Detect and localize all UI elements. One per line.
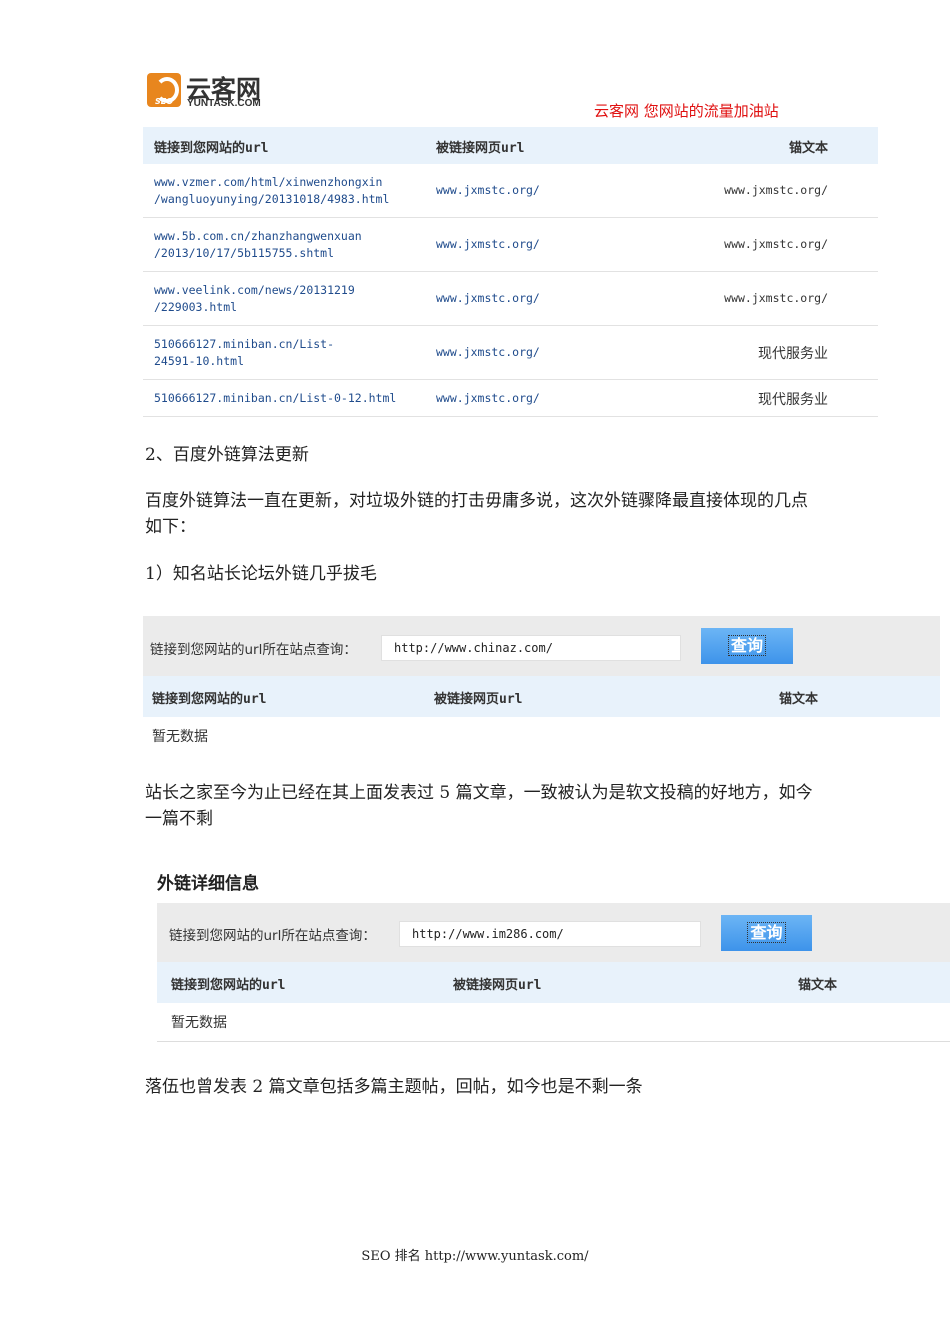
detail-title: 外链详细信息 bbox=[157, 874, 259, 894]
header-target: 被链接网页url bbox=[434, 692, 523, 707]
table-row: www.veelink.com/news/20131219/229003.htm… bbox=[143, 272, 878, 326]
source-url-line: /wangluoyunying/20131018/4983.html bbox=[154, 192, 390, 206]
target-url[interactable]: www.jxmstc.org/ bbox=[436, 183, 540, 197]
table-header: 链接到您网站的url 被链接网页url 锚文本 bbox=[143, 127, 878, 164]
document-page: SEO 云客网 YUNTASK.COM 云客网 您网站的流量加油站 链接到您网站… bbox=[0, 0, 950, 1344]
table-header: 链接到您网站的url 被链接网页url 锚文本 bbox=[143, 676, 940, 717]
anchor-text: 现代服务业 bbox=[758, 346, 828, 362]
table-row: 510666127.miniban.cn/List- 24591-10.html … bbox=[143, 326, 878, 380]
header-source: 链接到您网站的url bbox=[171, 978, 286, 993]
anchor-text: www.jxmstc.org/ bbox=[724, 237, 828, 251]
query-input[interactable]: http://www.chinaz.com/ bbox=[381, 635, 681, 661]
header-source: 链接到您网站的url bbox=[152, 692, 267, 707]
target-url[interactable]: www.jxmstc.org/ bbox=[436, 237, 540, 251]
no-data-text: 暂无数据 bbox=[152, 729, 208, 745]
source-url-line: 24591-10.html bbox=[154, 354, 245, 368]
query-button-label: 查询 bbox=[727, 635, 767, 656]
header-anchor: 锚文本 bbox=[779, 692, 819, 707]
source-url-line: /2013/10/17/5b115755.shtml bbox=[154, 246, 335, 260]
no-data-text: 暂无数据 bbox=[171, 1015, 227, 1031]
screenshot-chinaz: 链接到您网站的url所在站点查询： http://www.chinaz.com/… bbox=[143, 616, 940, 745]
paragraph: 站长之家至今为止已经在其上面发表过 5 篇文章，一致被认为是软文投稿的好地方，如… bbox=[145, 783, 813, 829]
paragraph: 落伍也曾发表 2 篇文章包括多篇主题帖，回帖，如今也是不剩一条 bbox=[145, 1077, 643, 1097]
target-url[interactable]: www.jxmstc.org/ bbox=[436, 391, 540, 405]
query-button-label: 查询 bbox=[747, 922, 786, 943]
table-row: www.vzmer.com/html/xinwenzhongxin/wanglu… bbox=[143, 164, 878, 218]
table-row: 510666127.miniban.cn/List-0-12.html www.… bbox=[143, 380, 878, 417]
source-url[interactable]: 510666127.miniban.cn/List- 24591-10.html bbox=[154, 336, 334, 370]
anchor-text: www.jxmstc.org/ bbox=[724, 291, 828, 305]
query-label: 链接到您网站的url所在站点查询： bbox=[169, 928, 376, 944]
header-anchor: 锚文本 bbox=[798, 978, 838, 993]
target-url[interactable]: www.jxmstc.org/ bbox=[436, 291, 540, 305]
source-url-line: www.5b.com.cn/zhanzhangwenxuan bbox=[154, 229, 362, 243]
query-bar: 链接到您网站的url所在站点查询： http://www.chinaz.com/… bbox=[143, 616, 940, 676]
point-heading: 1）知名站长论坛外链几乎拔毛 bbox=[145, 564, 377, 584]
source-url-line: /229003.html bbox=[154, 300, 238, 314]
page-footer: SEO 排名 http://www.yuntask.com/ bbox=[361, 1249, 589, 1264]
header-target: 被链接网页url bbox=[453, 978, 542, 993]
header-anchor: 锚文本 bbox=[788, 141, 828, 156]
query-label: 链接到您网站的url所在站点查询： bbox=[150, 642, 357, 658]
header-source: 链接到您网站的url bbox=[154, 141, 269, 156]
target-url[interactable]: www.jxmstc.org/ bbox=[436, 345, 540, 359]
paragraph: 百度外链算法一直在更新，对垃圾外链的打击毋庸多说，这次外链骤降最直接体现的几点如… bbox=[145, 491, 808, 537]
anchor-text: 现代服务业 bbox=[758, 392, 828, 408]
logo-domain: YUNTASK.COM bbox=[187, 98, 261, 109]
source-url-line: www.vzmer.com/html/xinwenzhongxin bbox=[154, 175, 383, 189]
source-url[interactable]: www.vzmer.com/html/xinwenzhongxin/wanglu… bbox=[154, 174, 389, 208]
table-row: www.5b.com.cn/zhanzhangwenxuan/2013/10/1… bbox=[143, 218, 878, 272]
table-header: 链接到您网站的url 被链接网页url 锚文本 bbox=[157, 962, 950, 1003]
header-target: 被链接网页url bbox=[436, 141, 525, 156]
source-url[interactable]: 510666127.miniban.cn/List-0-12.html bbox=[154, 390, 396, 407]
logo-badge: SEO bbox=[154, 97, 174, 106]
slogan: 云客网 您网站的流量加油站 bbox=[594, 102, 779, 120]
query-button[interactable]: 查询 bbox=[721, 915, 812, 951]
query-button[interactable]: 查询 bbox=[701, 628, 793, 664]
source-url[interactable]: www.veelink.com/news/20131219/229003.htm… bbox=[154, 282, 355, 316]
anchor-text: www.jxmstc.org/ bbox=[724, 183, 828, 197]
source-url-line: 510666127.miniban.cn/List- bbox=[154, 337, 335, 351]
source-url[interactable]: www.5b.com.cn/zhanzhangwenxuan/2013/10/1… bbox=[154, 228, 362, 262]
query-bar: 链接到您网站的url所在站点查询： http://www.im286.com/ … bbox=[157, 903, 950, 962]
query-input[interactable]: http://www.im286.com/ bbox=[399, 921, 701, 947]
backlink-table: 链接到您网站的url 被链接网页url 锚文本 www.vzmer.com/ht… bbox=[143, 127, 878, 417]
screenshot-im286: 链接到您网站的url所在站点查询： http://www.im286.com/ … bbox=[157, 903, 950, 1042]
source-url-line: www.veelink.com/news/20131219 bbox=[154, 283, 355, 297]
section-title: 2、百度外链算法更新 bbox=[145, 445, 309, 465]
logo-icon: SEO bbox=[147, 73, 181, 107]
